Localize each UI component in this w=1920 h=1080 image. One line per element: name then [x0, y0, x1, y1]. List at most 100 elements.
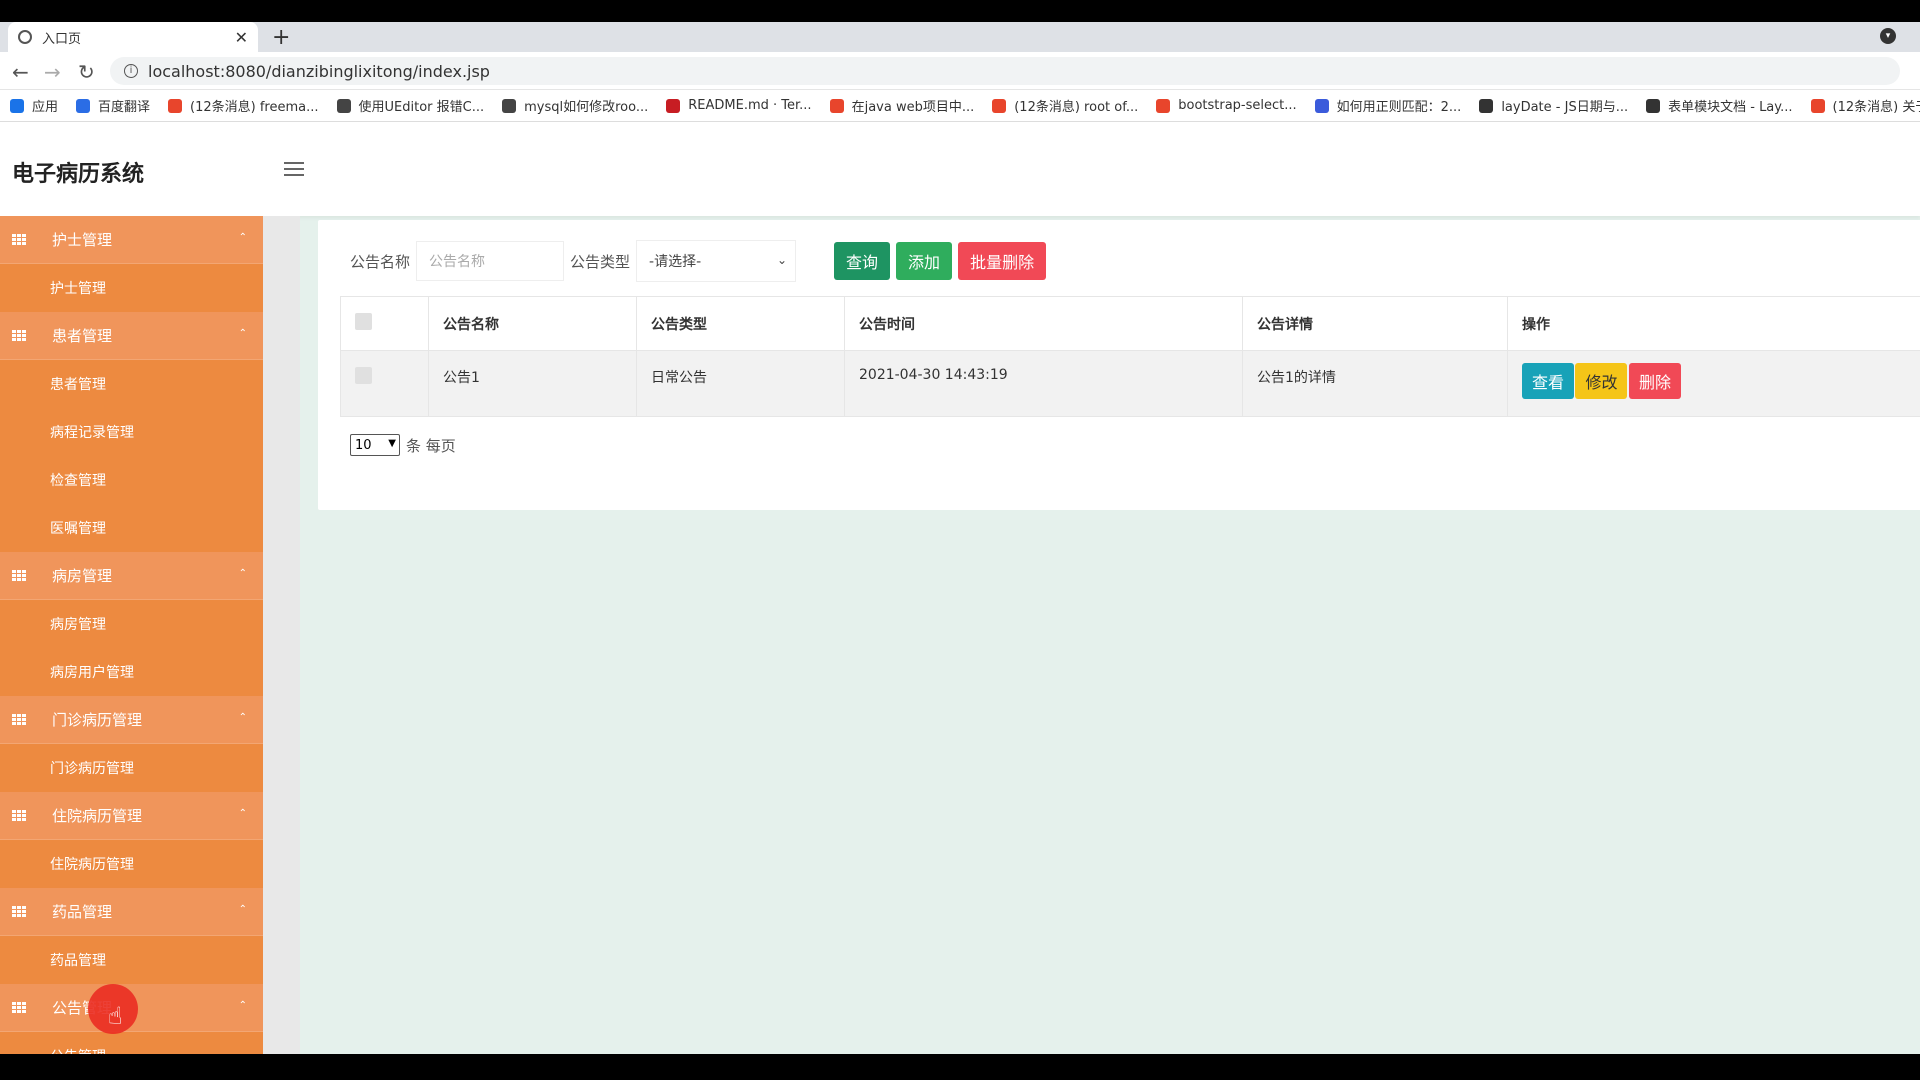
- caret-up-icon: ⌃: [238, 712, 247, 723]
- sidebar-item[interactable]: 检查管理: [0, 456, 263, 504]
- grid-icon: [12, 1001, 26, 1014]
- bookmark-favicon-icon: [829, 98, 844, 113]
- forward-icon[interactable]: →: [44, 60, 61, 84]
- add-button[interactable]: 添加: [896, 242, 953, 280]
- caret-up-icon: ⌃: [238, 232, 247, 243]
- bookmark-favicon-icon: [1156, 98, 1171, 113]
- sidebar-group[interactable]: 患者管理 ⌃: [0, 312, 263, 360]
- cell-type: 日常公告: [636, 350, 845, 417]
- bookmark-item[interactable]: bootstrap-select...: [1156, 98, 1297, 113]
- url-field[interactable]: i localhost:8080/dianzibinglixitong/inde…: [110, 57, 1900, 85]
- col-header-name[interactable]: 公告名称: [428, 296, 637, 351]
- col-header-type[interactable]: 公告类型: [636, 296, 845, 351]
- sidebar-group[interactable]: 住院病历管理 ⌃: [0, 792, 263, 840]
- app-title: 电子病历系统: [12, 162, 145, 187]
- bookmark-item[interactable]: 表单模块文档 - Lay...: [1646, 96, 1793, 115]
- bookmarks-bar: 应用 百度翻译 (12条消息) freema... 使用UEditor 报错C... m…: [0, 90, 1920, 122]
- sidebar-item[interactable]: 护士管理: [0, 264, 263, 312]
- query-button[interactable]: 查询: [834, 242, 891, 280]
- close-tab-icon[interactable]: ✕: [235, 28, 248, 47]
- bookmark-label: 应用: [32, 100, 59, 115]
- pager: 10 ▼ 条 每页: [350, 434, 456, 456]
- bookmark-item[interactable]: (12条消息) root of...: [992, 96, 1138, 115]
- col-header-detail[interactable]: 公告详情: [1242, 296, 1508, 351]
- grid-icon: [12, 329, 26, 342]
- bookmark-favicon-icon: [666, 98, 681, 113]
- info-icon[interactable]: i: [124, 64, 138, 78]
- grid-icon: [12, 233, 26, 246]
- sidebar-item[interactable]: 患者管理: [0, 360, 263, 408]
- row-checkbox[interactable]: [355, 367, 372, 384]
- name-label: 公告名称: [350, 252, 411, 271]
- col-header-time[interactable]: 公告时间: [844, 296, 1243, 351]
- page-size-suffix: 条 每页: [406, 436, 456, 455]
- sidebar-group[interactable]: 病房管理 ⌃: [0, 552, 263, 600]
- view-button[interactable]: 查看: [1522, 363, 1575, 399]
- grid-icon: [12, 713, 26, 726]
- bookmark-label: mysql如何修改roo...: [524, 100, 649, 115]
- select-all-checkbox[interactable]: [355, 313, 372, 330]
- bookmark-item[interactable]: layDate - JS日期与...: [1479, 96, 1628, 115]
- menu-toggle-icon[interactable]: [284, 162, 304, 180]
- sidebar-item[interactable]: 病程记录管理: [0, 408, 263, 456]
- caret-up-icon: ⌃: [238, 808, 247, 819]
- sidebar-item[interactable]: 门诊病历管理: [0, 744, 263, 792]
- bookmark-item[interactable]: 百度翻译: [76, 96, 150, 115]
- name-search-input[interactable]: 公告名称: [416, 241, 565, 281]
- bookmark-favicon-icon: [1810, 98, 1825, 113]
- profile-dropdown-icon[interactable]: ▾: [1880, 28, 1896, 44]
- edit-button[interactable]: 修改: [1575, 363, 1628, 399]
- batch-delete-button[interactable]: 批量删除: [958, 242, 1047, 280]
- sidebar-item[interactable]: 医嘱管理: [0, 504, 263, 552]
- caret-up-icon: ⌃: [238, 1000, 247, 1011]
- tab-title: 入口页: [42, 31, 82, 47]
- hand-cursor-icon: ☝: [108, 1002, 123, 1030]
- grid-icon: [12, 809, 26, 822]
- caret-up-icon: ⌃: [238, 568, 247, 579]
- bookmark-label: 使用UEditor 报错C...: [358, 100, 485, 115]
- cell-time: 2021-04-30 14:43:19: [844, 350, 1243, 417]
- bookmark-favicon-icon: [10, 98, 24, 113]
- type-label: 公告类型: [570, 252, 631, 271]
- bookmark-favicon-icon: [1314, 98, 1329, 113]
- delete-button[interactable]: 删除: [1628, 363, 1681, 399]
- browser-tab[interactable]: 入口页 ✕: [8, 22, 258, 52]
- bookmark-item[interactable]: README.md · Ter...: [666, 98, 812, 113]
- grid-icon: [12, 569, 26, 582]
- type-select[interactable]: -请选择- ⌄: [636, 240, 797, 282]
- new-tab-button[interactable]: +: [272, 25, 290, 50]
- content-gutter: [263, 216, 300, 1054]
- type-select-value: -请选择-: [649, 254, 702, 270]
- reload-icon[interactable]: ↻: [78, 60, 95, 84]
- sidebar-item[interactable]: 公告管理: [0, 1032, 263, 1054]
- globe-icon: [18, 30, 32, 44]
- sidebar-group[interactable]: 门诊病历管理 ⌃: [0, 696, 263, 744]
- bookmark-item[interactable]: (12条消息) freema...: [168, 96, 319, 115]
- sidebar-item[interactable]: 病房用户管理: [0, 648, 263, 696]
- address-bar: ← → ↻ i localhost:8080/dianzibinglixiton…: [0, 52, 1920, 90]
- notice-panel: 公告名称 公告名称 公告类型 -请选择- ⌄ 查询 添加 批量删除 公告名称 公…: [318, 220, 1920, 510]
- sidebar-item[interactable]: 住院病历管理: [0, 840, 263, 888]
- app-window: 电子病历系统 护士管理 ⌃ 护士管理 患者管理 ⌃ 患者管理 病程记录管理 检查管理 医嘱管理病…: [0, 122, 1920, 1054]
- app-header: 电子病历系统: [0, 122, 1920, 216]
- back-icon[interactable]: ←: [12, 60, 29, 84]
- page-size-select[interactable]: 10 ▼: [350, 434, 400, 456]
- col-header-actions: 操作: [1507, 296, 1920, 351]
- bookmark-item[interactable]: 如何用正则匹配：2...: [1314, 96, 1461, 115]
- caret-up-icon: ⌃: [238, 904, 247, 915]
- notice-table: 公告名称 公告类型 公告时间 公告详情 操作 公告1 日常公告 2021-04-…: [340, 296, 1920, 417]
- bookmark-item[interactable]: 使用UEditor 报错C...: [336, 96, 485, 115]
- grid-icon: [12, 905, 26, 918]
- row-select-cell: [340, 350, 429, 417]
- url-text: localhost:8080/dianzibinglixitong/index.…: [148, 61, 490, 81]
- sidebar-item[interactable]: 药品管理: [0, 936, 263, 984]
- sidebar-group[interactable]: 药品管理 ⌃: [0, 888, 263, 936]
- sidebar-group[interactable]: 护士管理 ⌃: [0, 216, 263, 264]
- bookmark-item[interactable]: mysql如何修改roo...: [502, 96, 648, 115]
- cell-name: 公告1: [428, 350, 637, 417]
- bookmark-item[interactable]: (12条消息) 关于la: [1810, 96, 1920, 115]
- sidebar-item[interactable]: 病房管理: [0, 600, 263, 648]
- bookmark-item[interactable]: 在java web项目中...: [829, 96, 974, 115]
- filter-bar: 公告名称 公告名称 公告类型 -请选择- ⌄ 查询 添加 批量删除: [350, 240, 1052, 282]
- bookmark-item[interactable]: 应用: [10, 96, 58, 115]
